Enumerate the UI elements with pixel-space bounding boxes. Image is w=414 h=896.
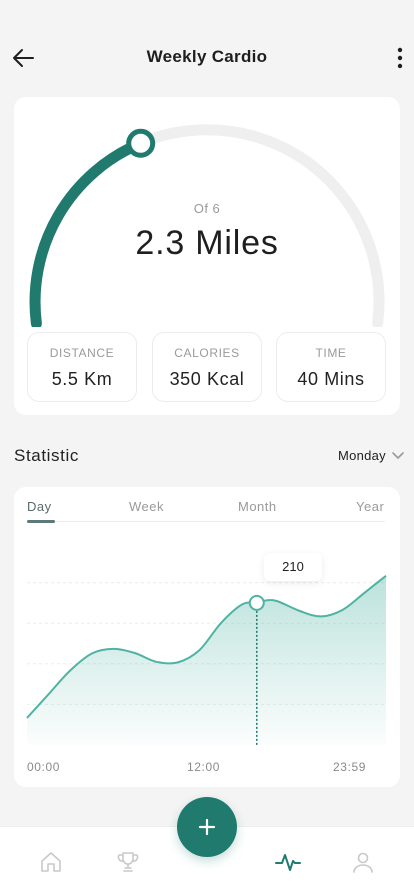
progress-card: Of 6 2.3 Miles DISTANCE 5.5 Km CALORIES … bbox=[14, 97, 400, 415]
more-vertical-icon bbox=[397, 47, 403, 69]
x-tick-label: 23:59 bbox=[333, 760, 367, 774]
trophy-icon bbox=[117, 852, 139, 872]
stat-value: 350 Kcal bbox=[169, 369, 245, 389]
x-tick-label: 00:00 bbox=[27, 760, 61, 774]
chart-card: Day Week Month Year 210 00:00 12:00 23:5… bbox=[14, 487, 400, 787]
stat-time: TIME 40 Mins bbox=[276, 332, 386, 402]
nav-activity[interactable] bbox=[275, 849, 301, 875]
gauge-knob bbox=[126, 128, 156, 158]
statistic-title: Statistic bbox=[14, 446, 79, 465]
chart-tooltip: 210 bbox=[264, 553, 322, 581]
stat-calories: CALORIES 350 Kcal bbox=[152, 332, 262, 402]
more-options-button[interactable] bbox=[392, 44, 408, 72]
top-bar: Weekly Cardio bbox=[0, 0, 414, 96]
x-tick-label: 12:00 bbox=[187, 760, 221, 774]
day-select-value: Monday bbox=[337, 448, 386, 463]
nav-profile[interactable] bbox=[350, 849, 376, 875]
activity-icon bbox=[275, 854, 301, 871]
stat-label: DISTANCE bbox=[49, 346, 115, 360]
distance-value: 2.3 Miles bbox=[135, 224, 279, 262]
stat-distance: DISTANCE 5.5 Km bbox=[27, 332, 137, 402]
stat-value: 5.5 Km bbox=[51, 369, 113, 389]
day-select[interactable]: Monday bbox=[338, 448, 404, 463]
goal-label: Of 6 bbox=[193, 201, 221, 216]
highlight-point[interactable] bbox=[248, 594, 265, 611]
nav-trophy[interactable] bbox=[115, 849, 141, 875]
home-icon bbox=[41, 852, 61, 872]
activity-chart bbox=[26, 575, 387, 745]
stat-label: TIME bbox=[315, 346, 347, 360]
add-activity-button[interactable] bbox=[177, 797, 237, 857]
user-icon bbox=[353, 852, 373, 873]
page-title: Weekly Cardio bbox=[146, 47, 268, 66]
stat-label: CALORIES bbox=[174, 346, 240, 360]
chevron-down-icon bbox=[392, 451, 404, 459]
stat-value: 40 Mins bbox=[297, 369, 365, 389]
plus-icon bbox=[198, 818, 216, 836]
nav-home[interactable] bbox=[38, 849, 64, 875]
